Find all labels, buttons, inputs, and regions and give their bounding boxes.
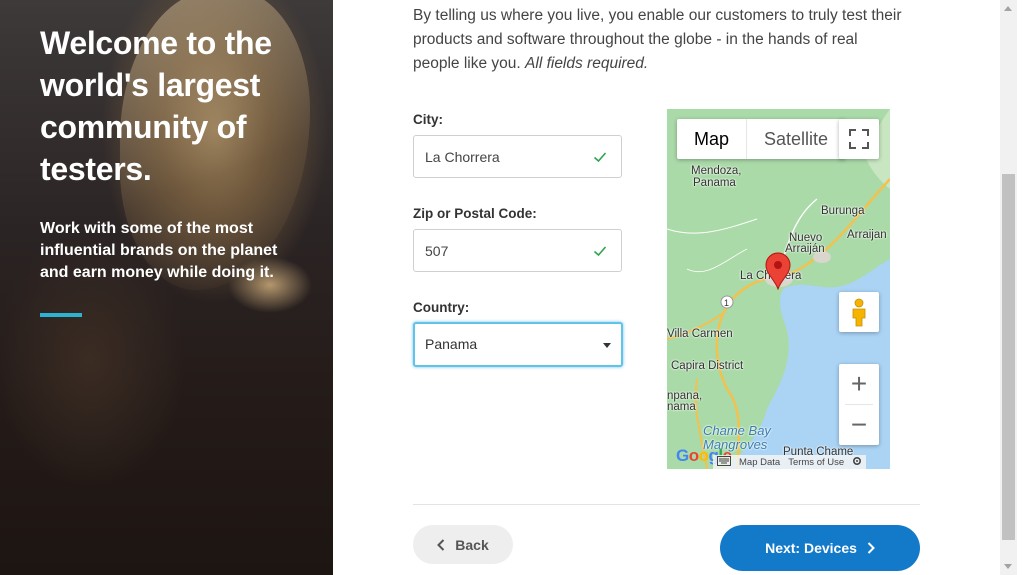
- keyboard-icon[interactable]: [713, 455, 735, 469]
- map-data-link[interactable]: Map Data: [735, 457, 784, 468]
- check-icon: [593, 152, 607, 163]
- zip-value: 507: [425, 243, 449, 259]
- fullscreen-button[interactable]: [839, 119, 879, 159]
- dropdown-caret-icon: [603, 343, 611, 348]
- street-view-pegman-button[interactable]: [839, 292, 879, 332]
- map-label-panama: Panama: [693, 177, 736, 189]
- scroll-thumb[interactable]: [1002, 174, 1015, 540]
- hero-accent-bar: [40, 313, 82, 317]
- next-devices-button[interactable]: Next: Devices: [720, 525, 920, 571]
- divider: [413, 504, 920, 505]
- intro-text: By telling us where you live, you enable…: [413, 7, 902, 72]
- zoom-out-button[interactable]: −: [839, 405, 879, 445]
- map[interactable]: Mendoza, Panama Burunga Nuevo Arraiján A…: [667, 109, 890, 469]
- check-icon: [593, 246, 607, 257]
- map-tab-map[interactable]: Map: [677, 119, 748, 159]
- map-label-burunga: Burunga: [821, 205, 865, 217]
- terms-of-use-link[interactable]: Terms of Use: [784, 457, 848, 468]
- zip-field[interactable]: 507: [413, 229, 622, 272]
- city-value: La Chorrera: [425, 149, 500, 165]
- city-label: City:: [413, 112, 443, 127]
- intro-paragraph: By telling us where you live, you enable…: [413, 4, 903, 76]
- scroll-up-arrow-icon[interactable]: [1004, 6, 1012, 11]
- hero-panel: Welcome to the world's largest community…: [0, 0, 333, 575]
- map-label-chame-bay: Chame Bay: [703, 423, 771, 438]
- pegman-icon: [852, 298, 866, 327]
- map-label-capira: Capira District: [671, 360, 744, 372]
- back-button-label: Back: [455, 536, 489, 553]
- intro-note: All fields required.: [525, 55, 649, 72]
- next-button-label: Next: Devices: [765, 540, 857, 556]
- map-marker-icon[interactable]: [765, 252, 791, 295]
- scroll-down-arrow-icon[interactable]: [1004, 564, 1012, 569]
- map-footer: Map Data Terms of Use: [713, 455, 867, 469]
- zip-label: Zip or Postal Code:: [413, 206, 537, 221]
- back-button[interactable]: Back: [413, 525, 513, 564]
- chevron-left-icon: [437, 538, 445, 551]
- page-scrollbar[interactable]: [1000, 0, 1017, 575]
- map-label-villa-carmen: Villa Carmen: [667, 328, 733, 340]
- map-label-mendoza: Mendoza,: [691, 165, 742, 177]
- zoom-in-button[interactable]: +: [839, 364, 879, 404]
- map-label-panama-partial-2: nama: [667, 401, 696, 413]
- map-label-arraijan-town: Arraijan: [847, 229, 887, 241]
- country-value: Panama: [425, 336, 478, 352]
- map-tab-satellite[interactable]: Satellite: [747, 119, 845, 159]
- settings-icon[interactable]: [848, 456, 866, 469]
- country-label: Country:: [413, 300, 470, 315]
- chevron-right-icon: [867, 542, 875, 554]
- hero-subtitle: Work with some of the most influential b…: [40, 220, 278, 281]
- country-select[interactable]: Panama: [413, 322, 623, 367]
- map-type-control: Map Satellite: [677, 119, 846, 159]
- map-label-route: 1: [724, 298, 730, 308]
- fullscreen-icon: [849, 129, 869, 149]
- zoom-control: + −: [839, 364, 879, 445]
- hero-title: Welcome to the world's largest community…: [40, 25, 272, 187]
- city-field[interactable]: La Chorrera: [413, 135, 622, 178]
